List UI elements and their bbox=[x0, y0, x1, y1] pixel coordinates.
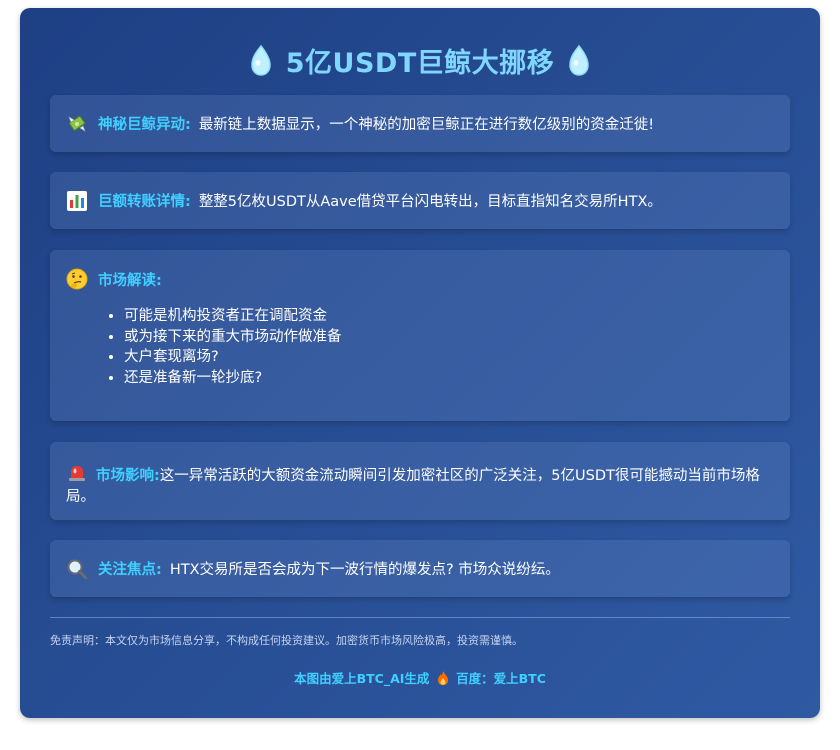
footer-baidu: 百度：爱上BTC bbox=[456, 671, 546, 686]
thinking-face-icon bbox=[66, 268, 88, 290]
section-whale-movement: 神秘巨鲸异动: 最新链上数据显示，一个神秘的加密巨鲸正在进行数亿级别的资金迁徙! bbox=[50, 95, 790, 152]
disclaimer: 免责声明：本文仅为市场信息分享，不构成任何投资建议。加密货币市场风险极高，投资需… bbox=[50, 634, 523, 647]
section-label: 关注焦点: bbox=[98, 562, 162, 578]
section-label: 市场影响: bbox=[96, 468, 160, 484]
siren-icon bbox=[66, 462, 88, 484]
money-wings-icon bbox=[66, 113, 88, 135]
section-label: 市场解读: bbox=[98, 272, 162, 289]
section-text: HTX交易所是否会成为下一波行情的爆发点? 市场众说纷纭。 bbox=[169, 562, 560, 578]
section-label: 神秘巨鲸异动: bbox=[98, 117, 191, 133]
section-market-impact: 市场影响:这一异常活跃的大额资金流动瞬间引发加密社区的广泛关注，5亿USDT很可… bbox=[50, 442, 790, 520]
list-item: 还是准备新一轮抄底? bbox=[124, 368, 774, 389]
whale-icon bbox=[569, 44, 590, 76]
interpretation-list: 可能是机构投资者正在调配资金 或为接下来的重大市场动作做准备 大户套现离场? 还… bbox=[66, 306, 774, 388]
section-text: 最新链上数据显示，一个神秘的加密巨鲸正在进行数亿级别的资金迁徙! bbox=[198, 117, 655, 133]
whale-icon bbox=[250, 44, 271, 76]
list-item: 大户套现离场? bbox=[124, 347, 774, 368]
section-focus: 关注焦点: HTX交易所是否会成为下一波行情的爆发点? 市场众说纷纭。 bbox=[50, 540, 790, 597]
page-title: 5亿USDT巨鲸大挪移 bbox=[285, 47, 555, 79]
list-item: 或为接下来的重大市场动作做准备 bbox=[124, 327, 774, 348]
divider bbox=[50, 617, 790, 618]
fire-icon bbox=[437, 671, 448, 685]
section-text: 整整5亿枚USDT从Aave借贷平台闪电转出，目标直指知名交易所HTX。 bbox=[198, 194, 662, 210]
footer: 本图由爱上BTC_AI生成 百度：爱上BTC bbox=[20, 668, 820, 687]
title-row: 5亿USDT巨鲸大挪移 bbox=[20, 38, 820, 82]
section-text: 这一异常活跃的大额资金流动瞬间引发加密社区的广泛关注，5亿USDT很可能撼动当前… bbox=[66, 468, 760, 505]
section-transfer-details: 巨额转账详情: 整整5亿枚USDT从Aave借贷平台闪电转出，目标直指知名交易所… bbox=[50, 172, 790, 229]
section-market-interpretation: 市场解读: 可能是机构投资者正在调配资金 或为接下来的重大市场动作做准备 大户套… bbox=[50, 250, 790, 421]
footer-credit: 本图由爱上BTC_AI生成 bbox=[294, 671, 430, 686]
bar-chart-icon bbox=[66, 190, 88, 212]
list-item: 可能是机构投资者正在调配资金 bbox=[124, 306, 774, 327]
section-label: 巨额转账详情: bbox=[98, 194, 191, 210]
info-card: 5亿USDT巨鲸大挪移 神秘巨鲸异动: 最新链上数据显示，一个神秘的加密巨鲸正在… bbox=[20, 8, 820, 718]
magnifier-icon bbox=[66, 558, 88, 580]
